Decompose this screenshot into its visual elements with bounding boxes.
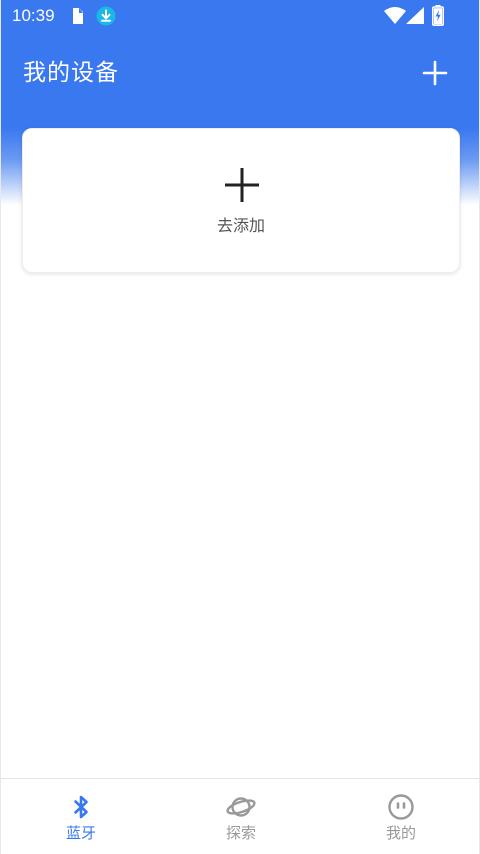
plus-icon xyxy=(225,168,259,202)
add-device-card[interactable]: 去添加 xyxy=(22,128,460,273)
download-icon xyxy=(96,6,116,26)
wifi-icon xyxy=(384,7,406,24)
add-device-button[interactable] xyxy=(419,57,451,89)
battery-charging-icon xyxy=(432,5,444,26)
nav-item-mine[interactable]: 我的 xyxy=(321,779,479,854)
sd-card-icon xyxy=(73,8,83,24)
page-title: 我的设备 xyxy=(23,60,119,86)
nav-label-explore: 探索 xyxy=(225,824,256,842)
status-time: 10:39 xyxy=(12,6,55,25)
nav-label-bluetooth: 蓝牙 xyxy=(65,824,96,842)
nav-label-mine: 我的 xyxy=(385,824,416,842)
add-device-label: 去添加 xyxy=(216,216,265,235)
signal-icon xyxy=(406,7,424,24)
face-icon xyxy=(388,794,414,820)
bottom-navigation: 蓝牙 探索 我的 xyxy=(1,778,479,854)
nav-item-bluetooth[interactable]: 蓝牙 xyxy=(1,779,161,854)
app-screen: 10:39 我的设备 去添加 蓝牙 探索 我的 xyxy=(0,0,480,854)
status-bar: 10:39 xyxy=(1,0,479,32)
plus-icon xyxy=(422,60,448,86)
nav-item-explore[interactable]: 探索 xyxy=(161,779,321,854)
bluetooth-icon xyxy=(74,795,88,819)
planet-icon xyxy=(226,797,256,817)
